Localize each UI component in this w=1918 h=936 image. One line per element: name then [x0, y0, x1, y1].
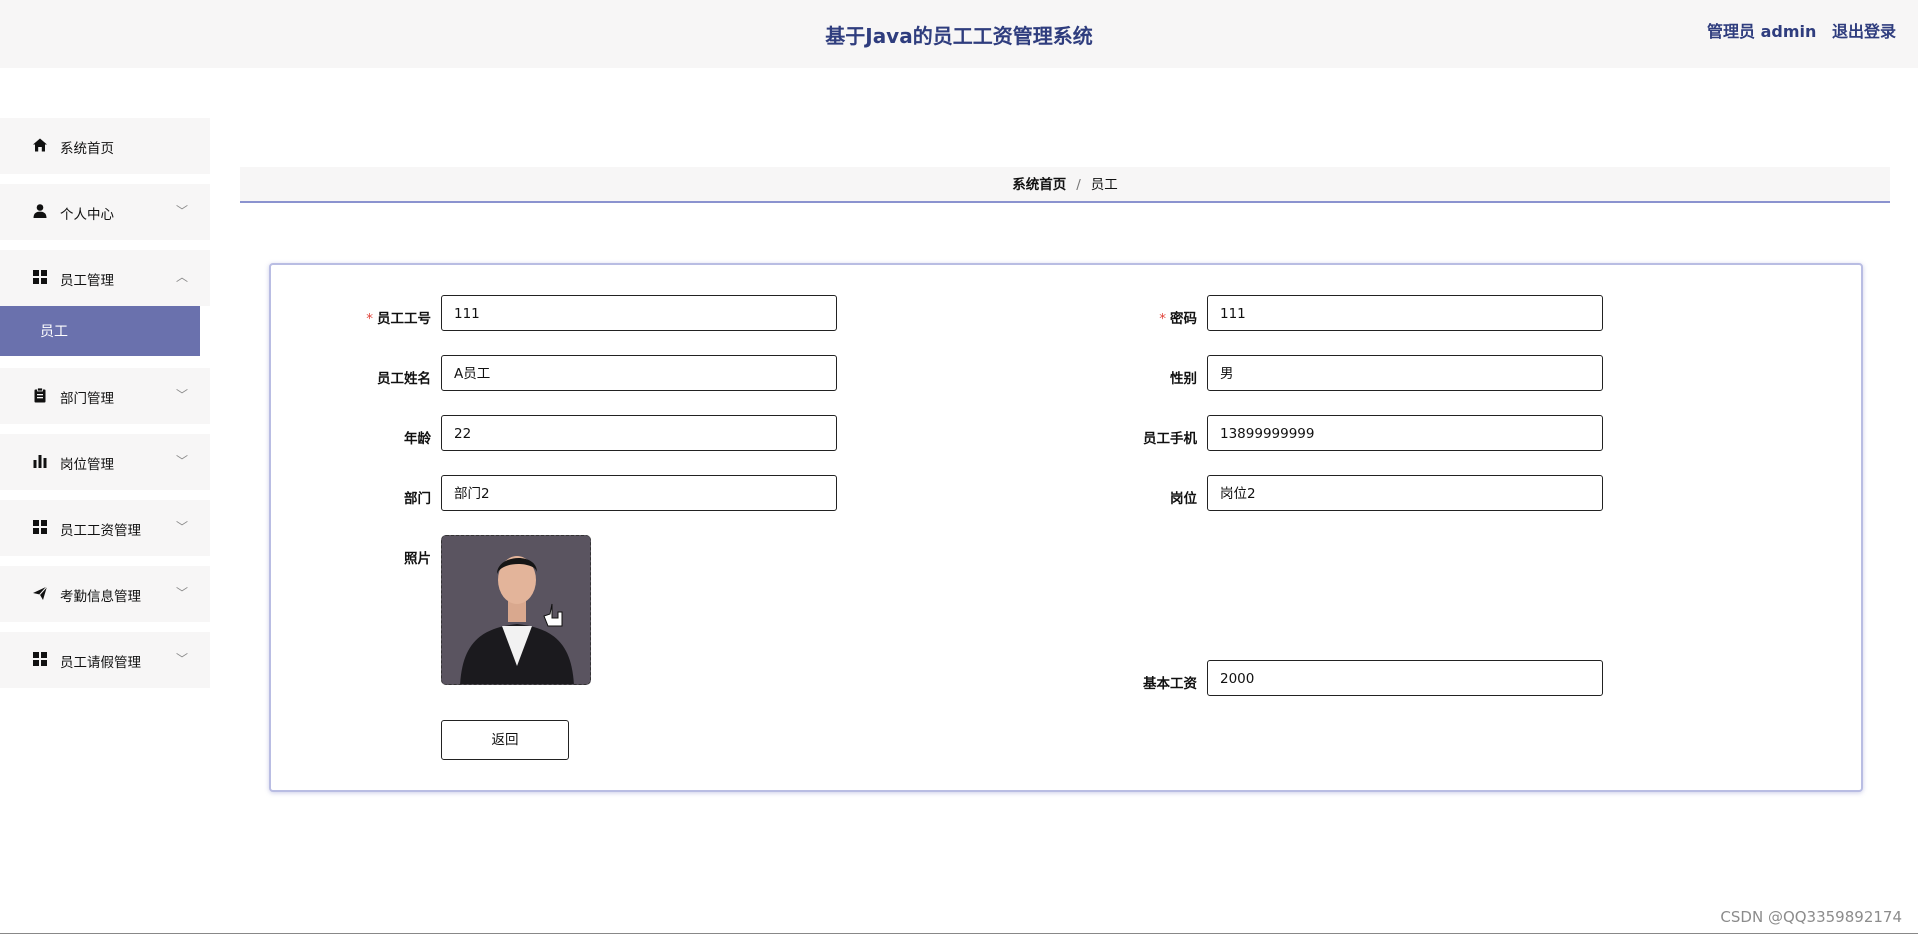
return-button[interactable]: 返回 — [441, 720, 569, 760]
photo-label: 照片 — [404, 551, 431, 567]
sidebar-item-label: 岗位管理 — [60, 457, 114, 473]
base-salary-label: 基本工资 — [1143, 676, 1197, 692]
sidebar-item-label: 员工管理 — [60, 273, 114, 289]
gender-label: 性别 — [1170, 371, 1197, 387]
app-title: 基于Java的员工工资管理系统 — [825, 24, 1093, 48]
employee-name-field[interactable]: A员工 — [441, 355, 837, 391]
chevron-down-icon: ﹀ — [175, 388, 188, 402]
breadcrumb-current: 员工 — [1090, 177, 1118, 193]
sidebar-item-home[interactable]: 系统首页 — [0, 118, 210, 174]
sidebar-subitem-employee[interactable]: 员工 — [0, 306, 200, 356]
sidebar-item-salary-management[interactable]: 员工工资管理 ﹀ — [0, 500, 210, 556]
bottom-divider — [0, 933, 1918, 934]
sidebar-item-attendance-management[interactable]: 考勤信息管理 ﹀ — [0, 566, 210, 622]
sidebar-item-label: 个人中心 — [60, 207, 114, 223]
gender-field[interactable]: 男 — [1207, 355, 1603, 391]
grid-icon — [33, 520, 47, 534]
home-icon — [33, 138, 47, 152]
sidebar-item-label: 员工工资管理 — [60, 523, 141, 539]
send-icon — [33, 586, 48, 600]
sidebar-item-position-management[interactable]: 岗位管理 ﹀ — [0, 434, 210, 490]
department-label: 部门 — [404, 491, 431, 507]
required-marker: * — [1159, 311, 1166, 327]
sidebar-item-department-management[interactable]: 部门管理 ﹀ — [0, 368, 210, 424]
position-field[interactable]: 岗位2 — [1207, 475, 1603, 511]
employee-detail-form: * 员工工号 111 员工姓名 A员工 年龄 22 部门 部门2 照片 返回 * 密… — [269, 263, 1863, 792]
employee-photo[interactable] — [441, 535, 591, 685]
sidebar-item-employee-management[interactable]: 员工管理 ︿ — [0, 250, 210, 306]
watermark: CSDN @QQ3359892174 — [1720, 908, 1902, 926]
employee-name-label: 员工姓名 — [377, 371, 431, 387]
sidebar-item-label: 员工请假管理 — [60, 655, 141, 671]
grid-icon — [33, 270, 47, 284]
admin-user-label[interactable]: 管理员 admin — [1707, 22, 1816, 41]
person-photo-icon — [442, 536, 590, 684]
breadcrumb-home-link[interactable]: 系统首页 — [1012, 177, 1066, 193]
required-marker: * — [366, 311, 373, 327]
user-area: 管理员 admin 退出登录 — [1697, 18, 1896, 42]
employee-no-field[interactable]: 111 — [441, 295, 837, 331]
chevron-down-icon: ﹀ — [175, 520, 188, 534]
chevron-down-icon: ﹀ — [175, 204, 188, 218]
sidebar: 系统首页 个人中心 ﹀ 员工管理 ︿ 员工 部门管理 ﹀ 岗位管理 ﹀ 员工工资… — [0, 118, 210, 698]
sidebar-subitem-label: 员工 — [40, 324, 68, 340]
password-label: * 密码 — [1159, 311, 1197, 327]
chevron-down-icon: ﹀ — [175, 586, 188, 600]
chevron-down-icon: ﹀ — [175, 652, 188, 666]
phone-field[interactable]: 13899999999 — [1207, 415, 1603, 451]
sidebar-item-leave-management[interactable]: 员工请假管理 ﹀ — [0, 632, 210, 688]
sidebar-item-label: 部门管理 — [60, 391, 114, 407]
logout-link[interactable]: 退出登录 — [1832, 22, 1896, 41]
sidebar-item-label: 系统首页 — [60, 141, 114, 157]
clipboard-icon — [34, 387, 46, 403]
user-icon — [33, 204, 47, 218]
grid-icon — [33, 652, 47, 666]
sidebar-item-label: 考勤信息管理 — [60, 589, 141, 605]
base-salary-field[interactable]: 2000 — [1207, 660, 1603, 696]
top-bar: 基于Java的员工工资管理系统 管理员 admin 退出登录 — [0, 0, 1918, 68]
position-label: 岗位 — [1170, 491, 1197, 507]
password-field[interactable]: 111 — [1207, 295, 1603, 331]
sidebar-item-personal-center[interactable]: 个人中心 ﹀ — [0, 184, 210, 240]
bar-chart-icon — [33, 455, 47, 468]
chevron-down-icon: ﹀ — [175, 454, 188, 468]
age-field[interactable]: 22 — [441, 415, 837, 451]
employee-no-label: * 员工工号 — [366, 311, 431, 327]
chevron-up-icon: ︿ — [175, 270, 188, 284]
breadcrumb-separator: / — [1076, 177, 1081, 193]
breadcrumb: 系统首页 / 员工 — [240, 167, 1890, 203]
phone-label: 员工手机 — [1143, 431, 1197, 447]
age-label: 年龄 — [404, 431, 431, 447]
department-field[interactable]: 部门2 — [441, 475, 837, 511]
